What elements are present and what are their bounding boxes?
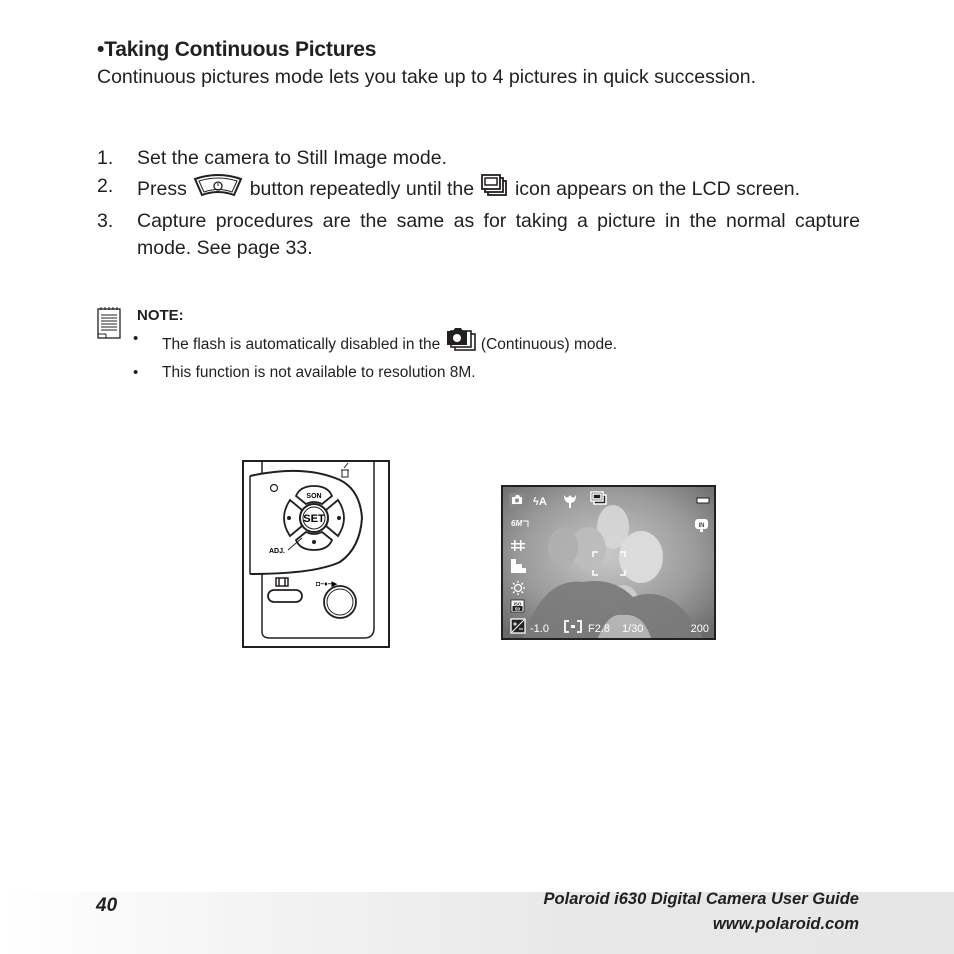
mode-dial	[323, 585, 357, 619]
lcd-screen-illustration: ϟA 6M IN ISO 50 -1.0 F2.8 1/30 200	[501, 485, 716, 640]
note-item: This function is not available to resolu…	[133, 360, 617, 385]
notepad-icon	[97, 306, 123, 345]
intro-paragraph: Continuous pictures mode lets you take u…	[97, 66, 757, 88]
up-button-label: SON	[306, 493, 321, 500]
step-number: 3.	[97, 210, 114, 232]
section-title: •Taking Continuous Pictures	[97, 38, 377, 61]
camera-mode-icon	[509, 493, 525, 507]
aperture-value: F2.8	[588, 623, 610, 635]
resolution-indicator: 6M	[511, 519, 522, 528]
step-number: 1.	[97, 147, 114, 169]
step-text-after: icon appears on the LCD screen.	[514, 178, 801, 200]
step-item: 3. Capture procedures are the same as fo…	[97, 208, 860, 262]
svg-text:IN: IN	[699, 523, 705, 529]
page-number: 40	[96, 895, 118, 916]
step-text-middle: button repeatedly until the	[249, 178, 475, 200]
camera-back-illustration: SON SET ADJ. ◘–♦–▶	[242, 460, 390, 648]
note-text-after: (Continuous) mode.	[480, 336, 618, 353]
step-text: Set the camera to Still Image mode.	[137, 147, 447, 169]
continuous-mode-icon	[480, 173, 510, 207]
note-item: The flash is automatically disabled in t…	[133, 326, 617, 360]
step-item: 1. Set the camera to Still Image mode.	[97, 145, 860, 172]
note-list: The flash is automatically disabled in t…	[133, 326, 617, 385]
continuous-mode-icon	[590, 491, 607, 505]
note-title: NOTE:	[137, 307, 184, 324]
step-text-before: Press	[137, 178, 187, 200]
shutter-value: 1/30	[622, 623, 643, 635]
exposure-value: -1.0	[530, 623, 549, 635]
battery-icon	[696, 497, 710, 504]
note-text: This function is not available to resolu…	[162, 364, 476, 381]
step-item: 2. Press button repeatedly until the ico…	[97, 173, 860, 207]
self-timer-button-icon	[192, 173, 244, 207]
display-button-icon	[275, 577, 289, 587]
display-button	[267, 589, 303, 603]
steps-list: 1. Set the camera to Still Image mode. 2…	[97, 145, 860, 263]
adj-label: ADJ.	[269, 548, 285, 555]
step-number: 2.	[97, 175, 114, 197]
iso-icon: ISO 50	[510, 599, 525, 613]
shots-remaining: 200	[691, 623, 709, 635]
continuous-camera-icon	[445, 326, 477, 360]
step-text: Capture procedures are the same as for t…	[137, 210, 860, 259]
svg-text:50: 50	[515, 607, 521, 612]
exposure-comp-icon	[510, 618, 526, 634]
note-text-before: The flash is automatically disabled in t…	[162, 336, 441, 353]
website-link[interactable]: www.polaroid.com	[713, 915, 859, 934]
trash-icon	[341, 462, 349, 478]
flash-auto-icon: ϟA	[533, 496, 547, 508]
set-button-label: SET	[303, 513, 325, 525]
guide-title: Polaroid i630 Digital Camera User Guide	[543, 890, 859, 908]
